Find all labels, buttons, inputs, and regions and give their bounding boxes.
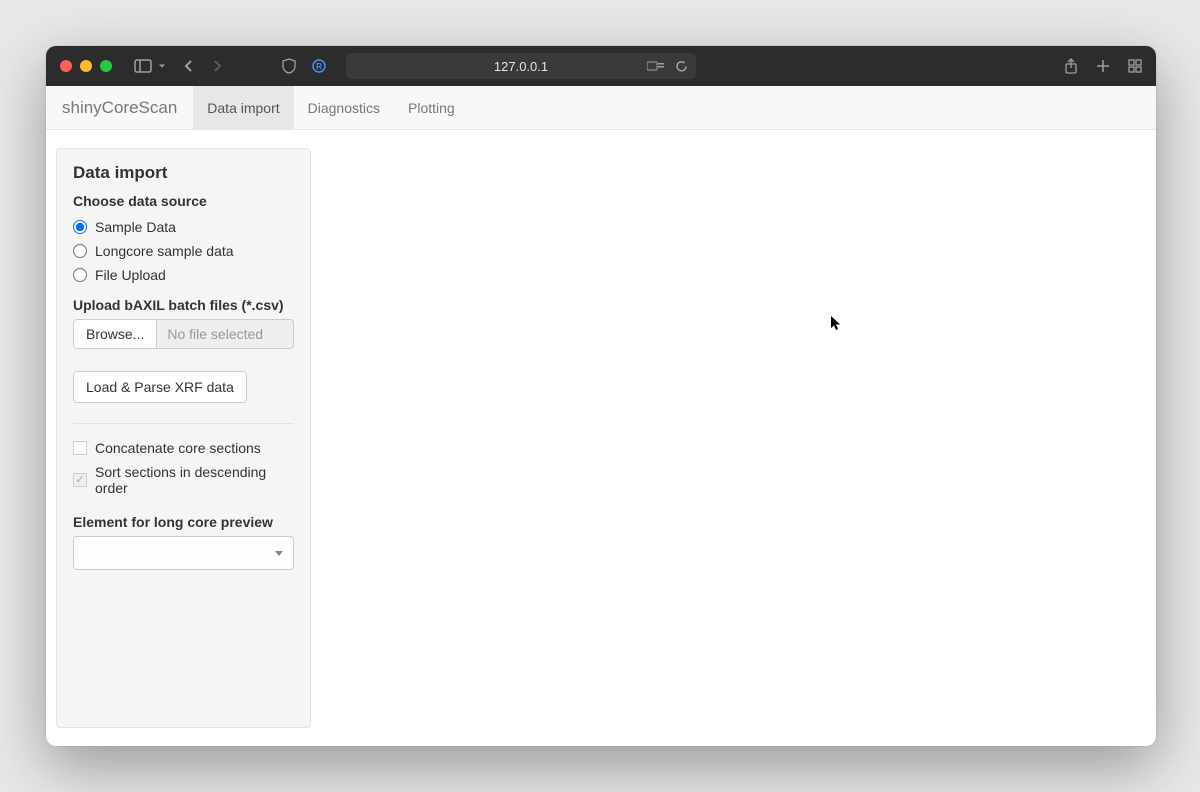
traffic-lights [60,60,112,72]
shield-icon[interactable] [282,58,296,74]
maximize-window-button[interactable] [100,60,112,72]
chevron-down-icon [275,551,283,556]
source-label: Choose data source [73,193,294,209]
forward-button [212,59,222,73]
tab-diagnostics[interactable]: Diagnostics [294,86,394,129]
file-status: No file selected [157,319,294,349]
load-parse-button[interactable]: Load & Parse XRF data [73,371,247,403]
checkbox-concatenate-box[interactable] [73,441,87,455]
browser-window: R 127.0.0.1 [46,46,1156,746]
new-tab-icon[interactable] [1096,59,1110,73]
site-badge-icon[interactable]: R [310,57,328,75]
app-brand: shinyCoreScan [46,86,193,129]
close-window-button[interactable] [60,60,72,72]
minimize-window-button[interactable] [80,60,92,72]
address-bar[interactable]: 127.0.0.1 [346,53,696,79]
checkbox-concatenate[interactable]: Concatenate core sections [73,436,294,460]
element-preview-select[interactable] [73,536,294,570]
sidebar-title: Data import [73,163,294,183]
reload-icon[interactable] [675,60,688,73]
radio-label: Longcore sample data [95,243,234,259]
app-content: Data import Choose data source Sample Da… [46,130,1156,746]
chevron-down-icon[interactable] [158,62,166,70]
radio-file-upload[interactable]: File Upload [73,263,294,287]
radio-longcore-sample[interactable]: Longcore sample data [73,239,294,263]
radio-longcore-input[interactable] [73,244,87,258]
checkbox-label: Concatenate core sections [95,440,261,456]
divider [73,423,294,424]
radio-sample-data-input[interactable] [73,220,87,234]
tab-plotting[interactable]: Plotting [394,86,469,129]
radio-label: File Upload [95,267,166,283]
checkbox-sort-box[interactable] [73,473,87,487]
upload-label: Upload bAXIL batch files (*.csv) [73,297,294,313]
svg-text:R: R [316,62,322,71]
share-icon[interactable] [1064,58,1078,74]
sidebar-toggle-icon[interactable] [134,59,152,73]
address-url: 127.0.0.1 [494,59,548,74]
checkbox-label: Sort sections in descending order [95,464,294,496]
back-button[interactable] [184,59,194,73]
preview-label: Element for long core preview [73,514,294,530]
sidebar-panel: Data import Choose data source Sample Da… [56,148,311,728]
reader-icon[interactable] [647,60,665,72]
browse-button[interactable]: Browse... [73,319,157,349]
tabs-overview-icon[interactable] [1128,59,1142,73]
cursor-icon [831,316,842,332]
radio-sample-data[interactable]: Sample Data [73,215,294,239]
radio-file-upload-input[interactable] [73,268,87,282]
checkbox-sort-desc[interactable]: Sort sections in descending order [73,460,294,500]
browser-titlebar: R 127.0.0.1 [46,46,1156,86]
tab-data-import[interactable]: Data import [193,86,293,129]
radio-label: Sample Data [95,219,176,235]
file-input-group: Browse... No file selected [73,319,294,349]
app-navbar: shinyCoreScan Data import Diagnostics Pl… [46,86,1156,130]
